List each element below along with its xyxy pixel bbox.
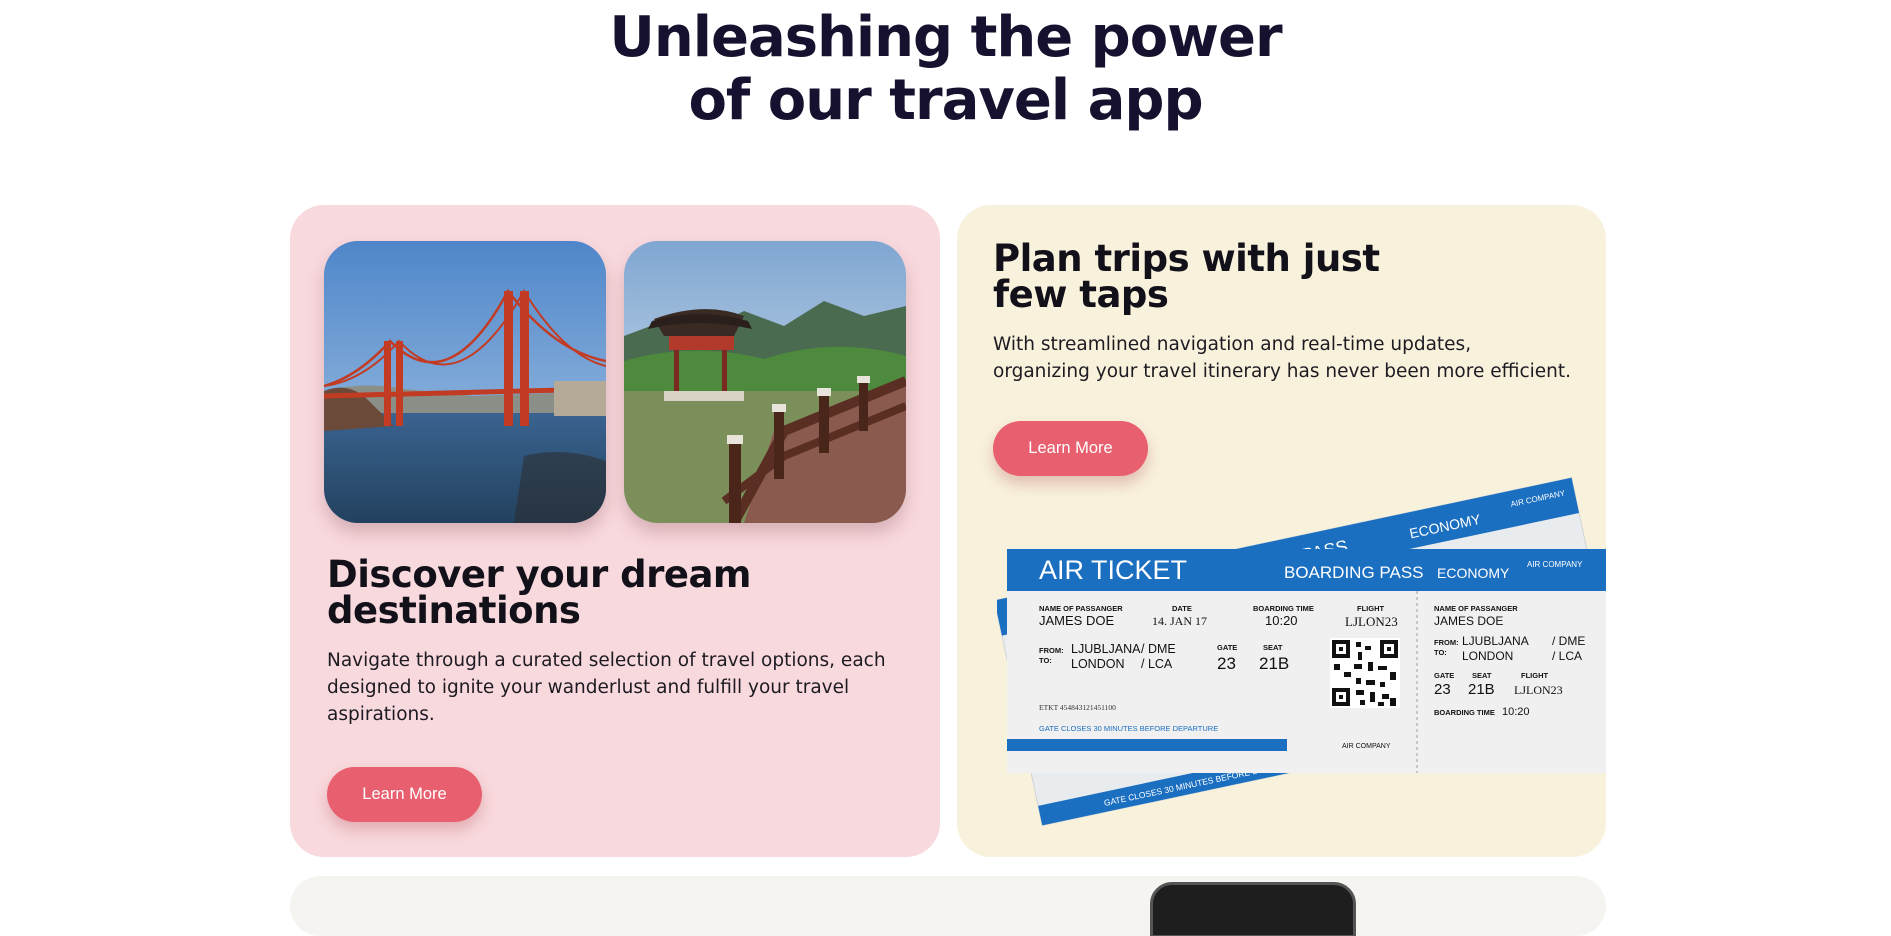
- from-code: / DME: [1141, 642, 1176, 656]
- stub-label-from: FROM:: [1434, 638, 1459, 647]
- label-from: FROM:: [1039, 646, 1064, 655]
- plan-trips-title: Plan trips with just few taps: [993, 237, 1380, 316]
- economy-label: ECONOMY: [1437, 565, 1510, 581]
- discover-title-line-2: destinations: [327, 589, 581, 632]
- label-boarding-time: BOARDING TIME: [1253, 604, 1314, 613]
- discover-card: Discover your dream destinations Navigat…: [290, 205, 940, 857]
- boarding-pass-illustration: PASS ECONOMY AIR COMPANY GATE CLOSES 30 …: [993, 475, 1606, 855]
- section-headline: Unleashing the power of our travel app: [0, 6, 1891, 132]
- stub-label-gate: GATE: [1434, 671, 1454, 680]
- from-city: LJUBLJANA: [1071, 642, 1141, 656]
- stub-from-code: / DME: [1552, 634, 1585, 648]
- discover-description-line: Navigate through a curated selection of …: [327, 650, 886, 671]
- stub-label-name: NAME OF PASSANGER: [1434, 604, 1518, 613]
- gate-number: 23: [1217, 654, 1236, 673]
- stub-to-city: LONDON: [1462, 649, 1513, 663]
- stub-gate-number: 23: [1434, 681, 1451, 698]
- to-city: LONDON: [1071, 657, 1124, 671]
- qr-code-icon: [1330, 638, 1400, 708]
- label-seat: SEAT: [1263, 643, 1283, 652]
- discover-title: Discover your dream destinations: [327, 553, 751, 632]
- stub-label-seat: SEAT: [1472, 671, 1492, 680]
- stub-label-boarding-time: BOARDING TIME: [1434, 708, 1495, 717]
- next-section-card: [290, 876, 1606, 936]
- plan-trips-description: With streamlined navigation and real-tim…: [993, 331, 1571, 385]
- passenger-name: JAMES DOE: [1039, 613, 1114, 628]
- stub-seat-number: 21B: [1468, 681, 1495, 698]
- to-code: / LCA: [1141, 657, 1173, 671]
- golden-gate-bridge-photo: [324, 241, 606, 523]
- boarding-pass-svg: PASS ECONOMY AIR COMPANY GATE CLOSES 30 …: [993, 477, 1606, 826]
- stub-to-code: / LCA: [1552, 649, 1582, 663]
- label-to: TO:: [1039, 656, 1052, 665]
- plan-trips-learn-more-button[interactable]: Learn More: [993, 421, 1148, 476]
- plan-trips-title-line-2: few taps: [993, 273, 1169, 316]
- etkt-number: ETKT 454843121451100: [1039, 703, 1116, 712]
- discover-description: Navigate through a curated selection of …: [327, 647, 886, 728]
- korean-pavilion-photo: [624, 241, 906, 523]
- discover-learn-more-button[interactable]: Learn More: [327, 767, 482, 822]
- plan-trips-description-line: With streamlined navigation and real-tim…: [993, 334, 1472, 355]
- air-ticket-title: AIR TICKET: [1039, 555, 1187, 585]
- stub-flight-number: LJLON23: [1514, 683, 1563, 697]
- discover-description-line: aspirations.: [327, 704, 435, 725]
- label-date: DATE: [1172, 604, 1192, 613]
- flight-number: LJLON23: [1345, 614, 1398, 629]
- headline-line-1: Unleashing the power: [609, 5, 1282, 70]
- discover-description-line: designed to ignite your wanderlust and f…: [327, 677, 850, 698]
- air-company-stub: AIR COMPANY: [1527, 560, 1583, 569]
- stub-boarding-time: 10:20: [1502, 706, 1530, 718]
- stub-from-city: LJUBLJANA: [1462, 634, 1529, 648]
- seat-number: 21B: [1259, 654, 1289, 673]
- discover-title-line-1: Discover your dream: [327, 553, 751, 596]
- stub-label-flight: FLIGHT: [1521, 671, 1548, 680]
- stub-label-to: TO:: [1434, 648, 1447, 657]
- label-flight: FLIGHT: [1357, 604, 1384, 613]
- front-ticket: AIR TICKET BOARDING PASS ECONOMY AIR COM…: [1007, 549, 1606, 773]
- boarding-time: 10:20: [1265, 613, 1298, 628]
- label-name: NAME OF PASSANGER: [1039, 604, 1123, 613]
- boarding-pass-label: BOARDING PASS: [1284, 563, 1424, 582]
- air-company-footer: AIR COMPANY: [1342, 743, 1391, 750]
- plan-trips-description-line: organizing your travel itinerary has nev…: [993, 361, 1572, 382]
- stub-passenger-name: JAMES DOE: [1434, 614, 1503, 628]
- plan-trips-card: Plan trips with just few taps With strea…: [957, 205, 1606, 857]
- headline-line-2: of our travel app: [688, 68, 1203, 133]
- plan-trips-title-line-1: Plan trips with just: [993, 237, 1380, 280]
- gate-closes-note: GATE CLOSES 30 MINUTES BEFORE DEPARTURE: [1039, 724, 1218, 733]
- flight-date: 14. JAN 17: [1152, 614, 1207, 628]
- label-gate: GATE: [1217, 643, 1237, 652]
- phone-device-icon: [1150, 882, 1356, 936]
